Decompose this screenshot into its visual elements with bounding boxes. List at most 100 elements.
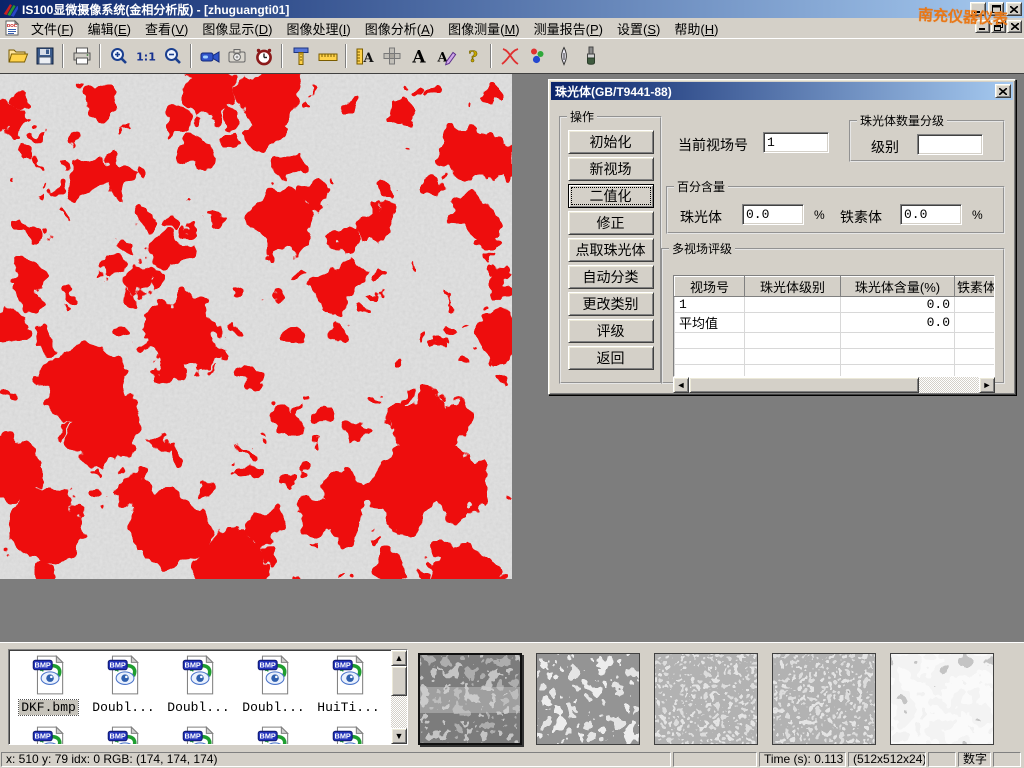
table-row[interactable] xyxy=(675,365,996,378)
file-item[interactable]: BMP xyxy=(161,725,236,745)
file-vertical-scrollbar[interactable]: ▲ ▼ xyxy=(391,650,407,744)
grid-tool-icon[interactable] xyxy=(378,42,405,69)
save-icon[interactable] xyxy=(31,42,58,69)
file-item[interactable]: BMPDoubl... xyxy=(86,654,161,715)
annotate-icon[interactable]: A xyxy=(432,42,459,69)
file-browser[interactable]: BMPDKF.bmpBMPDoubl...BMPDoubl...BMPDoubl… xyxy=(8,649,408,745)
actual-size-icon[interactable]: 1:1 xyxy=(132,42,159,69)
file-item[interactable]: BMPHuiTi... xyxy=(311,654,386,715)
close-button[interactable] xyxy=(1006,2,1022,16)
bmp-file-icon: BMP xyxy=(256,654,292,699)
menu-help[interactable]: 帮助(H) xyxy=(667,17,725,40)
menu-settings[interactable]: 设置(S) xyxy=(610,17,667,40)
zoom-out-icon[interactable] xyxy=(159,42,186,69)
menu-image-process[interactable]: 图像处理(I) xyxy=(279,17,357,40)
op-button-自动分类[interactable]: 自动分类 xyxy=(568,265,654,289)
maximize-button[interactable] xyxy=(988,2,1004,16)
zoom-in-icon[interactable] xyxy=(105,42,132,69)
video-camera-icon[interactable] xyxy=(196,42,223,69)
file-scrollbar-thumb[interactable] xyxy=(391,666,407,696)
ruler-icon[interactable] xyxy=(314,42,341,69)
pearlite-percent-input[interactable] xyxy=(742,204,804,225)
bmp-file-icon: BMP xyxy=(181,725,217,745)
spline-icon[interactable] xyxy=(496,42,523,69)
scrollbar-thumb[interactable] xyxy=(689,377,919,393)
file-item[interactable]: BMP xyxy=(86,725,161,745)
thumb-4[interactable] xyxy=(772,653,876,745)
ferrite-label: 铁素体 xyxy=(840,207,882,227)
status-panel-1 xyxy=(673,752,757,767)
dialog-title-bar[interactable]: 珠光体(GB/T9441-88) xyxy=(551,82,1013,100)
file-item[interactable]: BMP xyxy=(11,725,86,745)
toolbar-group xyxy=(287,42,341,69)
op-button-更改类别[interactable]: 更改类别 xyxy=(568,292,654,316)
thumb-3[interactable] xyxy=(654,653,758,745)
table-cell xyxy=(675,333,745,349)
scroll-right-icon[interactable]: ► xyxy=(979,377,995,393)
camera-icon[interactable] xyxy=(223,42,250,69)
minimize-button[interactable] xyxy=(970,2,986,16)
mdi-close-button[interactable] xyxy=(1007,20,1022,33)
status-panel-4 xyxy=(928,752,956,767)
percent-group-label: 百分含量 xyxy=(674,178,728,195)
open-icon[interactable] xyxy=(4,42,31,69)
current-field-input[interactable] xyxy=(763,132,829,153)
measure-text-icon[interactable]: A xyxy=(351,42,378,69)
table-row[interactable] xyxy=(675,333,996,349)
table-row[interactable]: 10.0 xyxy=(675,297,996,313)
file-item[interactable]: BMP xyxy=(311,725,386,745)
menu-view[interactable]: 查看(V) xyxy=(138,17,195,40)
menu-edit[interactable]: 编辑(E) xyxy=(81,17,138,40)
mdi-restore-button[interactable] xyxy=(991,20,1006,33)
menu-measure-report[interactable]: 测量报告(P) xyxy=(527,17,610,40)
scroll-down-icon[interactable]: ▼ xyxy=(391,728,407,744)
text-icon[interactable]: A xyxy=(405,42,432,69)
table-header[interactable]: 视场号 xyxy=(675,277,745,297)
color-dots-icon[interactable] xyxy=(523,42,550,69)
op-button-新视场[interactable]: 新视场 xyxy=(568,157,654,181)
pen-icon[interactable] xyxy=(550,42,577,69)
ferrite-percent-input[interactable] xyxy=(900,204,962,225)
menu-image-analysis[interactable]: 图像分析(A) xyxy=(358,17,441,40)
menu-image-display[interactable]: 图像显示(D) xyxy=(195,17,279,40)
op-button-修正[interactable]: 修正 xyxy=(568,211,654,235)
metallographic-image[interactable] xyxy=(0,74,512,579)
dialog-close-icon[interactable] xyxy=(995,84,1011,98)
op-button-返回[interactable]: 返回 xyxy=(568,346,654,370)
table-header[interactable]: 珠光体级别 xyxy=(745,277,841,297)
menu-image-measure[interactable]: 图像测量(M) xyxy=(441,17,527,40)
toolbar-group: 1:1 xyxy=(105,42,186,69)
file-item[interactable]: BMP xyxy=(236,725,311,745)
grade-input[interactable] xyxy=(917,134,983,155)
op-button-点取珠光体[interactable]: 点取珠光体 xyxy=(568,238,654,262)
table-header[interactable]: 珠光体含量(%) xyxy=(841,277,955,297)
table-row[interactable] xyxy=(675,349,996,365)
file-item[interactable]: BMPDKF.bmp xyxy=(11,654,86,715)
scroll-left-icon[interactable]: ◄ xyxy=(673,377,689,393)
op-button-初始化[interactable]: 初始化 xyxy=(568,130,654,154)
rating-table[interactable]: 视场号珠光体级别珠光体含量(%)铁素体含量(%)10.0平均值0.0 xyxy=(673,275,995,377)
table-horizontal-scrollbar[interactable]: ◄ ► xyxy=(673,377,995,393)
thumb-5[interactable] xyxy=(890,653,994,745)
caliper-icon[interactable] xyxy=(287,42,314,69)
op-button-二值化[interactable]: 二值化 xyxy=(568,184,654,208)
file-item[interactable]: BMPDoubl... xyxy=(236,654,311,715)
table-header[interactable]: 铁素体含量(%) xyxy=(955,277,996,297)
file-row: BMPBMPBMPBMPBMP xyxy=(11,725,389,745)
table-row[interactable]: 平均值0.0 xyxy=(675,313,996,333)
table-cell: 0.0 xyxy=(841,313,955,333)
scroll-up-icon[interactable]: ▲ xyxy=(391,650,407,666)
brush-icon[interactable] xyxy=(577,42,604,69)
svg-text:?: ? xyxy=(468,47,477,66)
thumb-2[interactable] xyxy=(536,653,640,745)
file-item[interactable]: BMPDoubl... xyxy=(161,654,236,715)
clock-icon[interactable] xyxy=(250,42,277,69)
thumb-1[interactable] xyxy=(418,653,522,745)
mdi-minimize-button[interactable] xyxy=(975,20,990,33)
print-icon[interactable] xyxy=(68,42,95,69)
svg-text:A: A xyxy=(411,47,426,67)
op-button-评级[interactable]: 评级 xyxy=(568,319,654,343)
document-icon[interactable]: DOC xyxy=(4,20,20,36)
help-icon[interactable]: ? xyxy=(459,42,486,69)
menu-file[interactable]: 文件(F) xyxy=(24,17,81,40)
